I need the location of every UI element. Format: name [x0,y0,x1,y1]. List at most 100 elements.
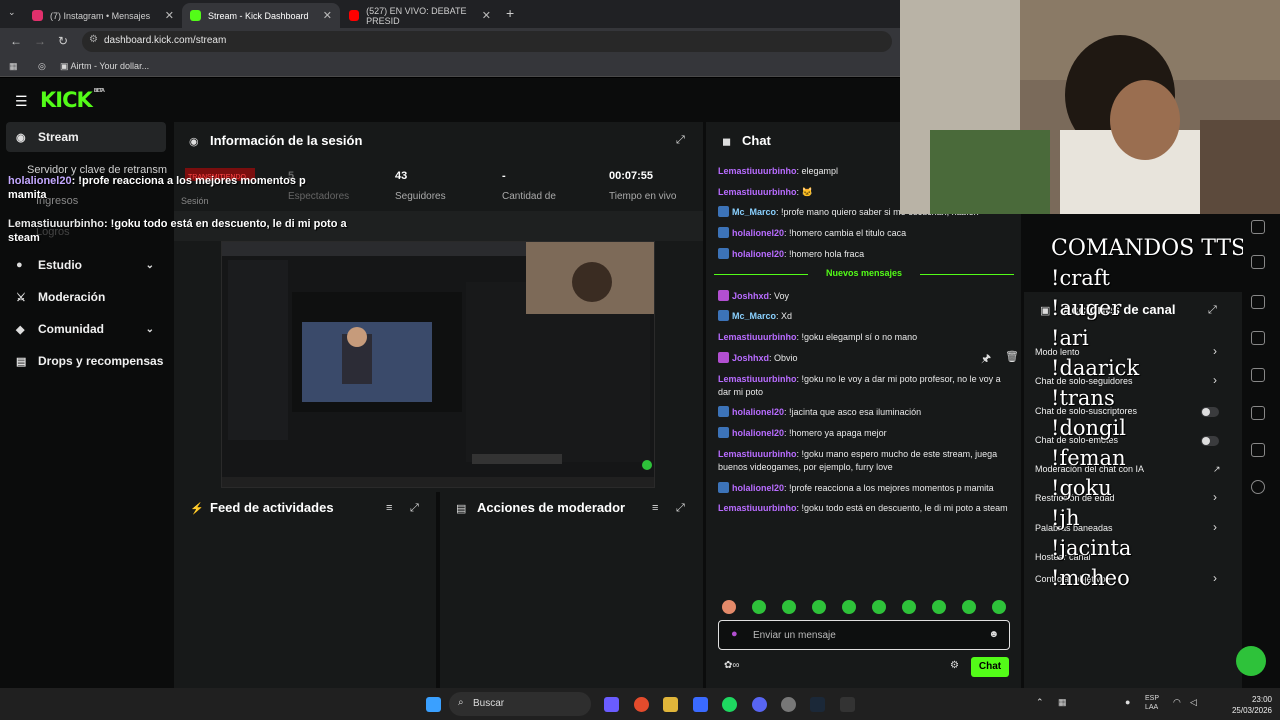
chat-username[interactable]: Mc_Marco [732,311,776,321]
gear-icon[interactable]: ⚙ [950,660,959,671]
volume-icon[interactable]: ◁ [1190,697,1197,708]
chat-message[interactable]: Joshhxd: Voy [718,290,1010,303]
emoji-icon[interactable]: ☻ [988,629,999,640]
sidebar-item-estudio[interactable]: ● Estudio ⌄ [6,250,166,280]
points-icon[interactable] [1251,480,1265,494]
chat-username[interactable]: Lemastiuuurbinho [718,449,797,459]
sidebar-item-moderacion[interactable]: ⚔ Moderación [6,282,166,312]
emote-icon[interactable] [962,600,976,614]
chevron-right-icon[interactable]: › [1213,571,1217,585]
chat-username[interactable]: Lemastiuuurbinho [718,187,797,197]
emote-icon[interactable] [812,600,826,614]
site-info-icon[interactable]: ⚙ [89,34,98,45]
chevron-right-icon[interactable]: › [1213,490,1217,504]
chat-message[interactable]: holalionel20: !homero ya apaga mejor [718,427,1010,440]
new-tab-button[interactable]: + [506,5,514,21]
chevron-right-icon[interactable]: › [1213,344,1217,358]
chat-username[interactable]: Joshhxd [732,353,769,363]
language-indicator[interactable]: ESP LAA [1145,694,1159,712]
support-chat-icon[interactable] [1236,646,1266,676]
app-icon[interactable] [840,697,855,712]
chat-username[interactable]: holalionel20 [732,249,784,259]
chevron-right-icon[interactable]: › [1213,520,1217,534]
chat-message[interactable]: Lemastiuuurbinho: !goku no le voy a dar … [718,373,1010,399]
emote-icon[interactable] [752,600,766,614]
chat-username[interactable]: holalionel20 [732,428,784,438]
broadcast-icon[interactable] [1251,368,1265,382]
toggle-switch[interactable] [1201,407,1219,417]
chat-username[interactable]: Lemastiuuurbinho [718,332,797,342]
emote-icon[interactable] [872,600,886,614]
crop-icon[interactable] [1251,220,1265,234]
tab-search-icon[interactable]: ⌄ [8,7,16,18]
popout-icon[interactable]: ⤢ [410,502,419,515]
chat-bubble-icon[interactable] [1251,331,1265,345]
document-icon[interactable] [1251,295,1265,309]
emote-icon[interactable] [932,600,946,614]
bookmark-airtm[interactable]: ▣ Airtm - Your dollar... [60,61,149,72]
chat-message[interactable]: holalionel20: !homero cambia el titulo c… [718,227,1010,240]
steam-icon[interactable] [810,697,825,712]
clock[interactable]: 23:00 25/03/2026 [1232,694,1272,716]
chat-message[interactable]: Mc_Marco: Xd [718,310,1010,323]
magic-icon[interactable] [1251,255,1265,269]
tab-youtube[interactable]: (527) EN VIVO: DEBATE PRESID ✕ [341,3,499,28]
chat-username[interactable]: holalionel20 [732,228,784,238]
chat-username[interactable]: Joshhxd [732,291,769,301]
chat-input[interactable]: ● Enviar un mensaje ☻ [718,620,1010,650]
chrome-icon[interactable]: ◎ [38,61,46,72]
popout-icon[interactable]: ⤢ [676,134,685,147]
chrome-icon[interactable] [634,697,649,712]
tab-instagram[interactable]: (7) Instagram • Mensajes ✕ [24,3,182,28]
chat-username[interactable]: holalionel20 [732,407,784,417]
list-icon[interactable] [1251,406,1265,420]
filter-icon[interactable]: ≡ [652,502,658,514]
url-field[interactable]: ⚙ dashboard.kick.com/stream [82,31,892,52]
chat-message[interactable]: holalionel20: !homero hola fraca [718,248,1010,261]
sidebar-item-drops[interactable]: ▤ Drops y recompensas [6,346,166,376]
trash-icon[interactable]: 🗑 [1005,350,1019,363]
chat-username[interactable]: Lemastiuuurbinho [718,374,797,384]
taskbar-search[interactable]: ⌕ Buscar [449,692,591,716]
discord-icon[interactable] [752,697,767,712]
points-icon[interactable]: ✿∞ [724,660,740,671]
emote-icon[interactable] [722,600,736,614]
chat-message[interactable]: holalionel20: !jacinta que asco esa ilum… [718,406,1010,419]
windows-start-icon[interactable] [426,697,441,712]
stream-preview[interactable] [221,241,655,488]
filter-icon[interactable]: ≡ [386,502,392,514]
microphone-icon[interactable]: ● [1125,697,1130,707]
microphone-icon[interactable]: ● [731,628,738,640]
tab-kick-dashboard[interactable]: Stream - Kick Dashboard ✕ [182,3,340,28]
chat-send-button[interactable]: Chat [971,657,1009,677]
emote-icon[interactable] [842,600,856,614]
folder-icon[interactable] [663,697,678,712]
chat-username[interactable]: Lemastiuuurbinho [718,503,797,513]
chat-username[interactable]: Lemastiuuurbinho [718,166,797,176]
toggle-switch[interactable] [1201,436,1219,446]
close-icon[interactable]: ✕ [165,9,174,22]
store-icon[interactable] [693,697,708,712]
back-icon[interactable]: ← [10,34,22,48]
chat-message[interactable]: Lemastiuuurbinho: !goku elegampl sí o no… [718,331,1010,344]
popout-icon[interactable]: ⤢ [676,502,685,515]
chevron-right-icon[interactable]: › [1213,373,1217,387]
chat-username[interactable]: holalionel20 [732,483,784,493]
emote-icon[interactable] [782,600,796,614]
obs-icon[interactable] [781,697,796,712]
chat-message[interactable]: Lemastiuuurbinho: !goku mano espero much… [718,448,1010,474]
external-link-icon[interactable]: ↗ [1213,464,1221,475]
popout-icon[interactable]: ⤢ [1208,304,1217,317]
sidebar-item-stream[interactable]: ◉ Stream [6,122,166,152]
reload-icon[interactable]: ↻ [58,34,68,48]
copilot-icon[interactable] [604,697,619,712]
emote-icon[interactable] [992,600,1006,614]
close-icon[interactable]: ✕ [482,9,491,22]
sidebar-item-comunidad[interactable]: ◆ Comunidad ⌄ [6,314,166,344]
apps-icon[interactable]: ▦ [9,61,18,72]
pin-icon[interactable]: 🖈 [981,350,991,369]
emote-icon[interactable] [902,600,916,614]
sword-icon[interactable] [1251,443,1265,457]
chat-message[interactable]: Joshhxd: Obvio [718,352,1010,365]
chat-message[interactable]: holalionel20: !profe reacciona a los mej… [718,482,1010,495]
